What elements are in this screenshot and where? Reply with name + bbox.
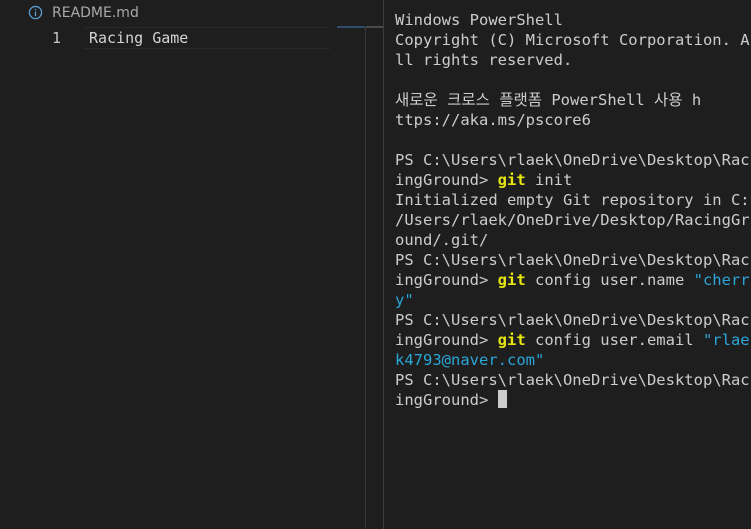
minimap-indicator <box>366 26 383 28</box>
editor-pane[interactable]: README.md 1 Racing Game <box>0 0 383 529</box>
string-value: "cherr <box>693 271 750 289</box>
prompt: PS C:\Users\rlaek\OneDrive\Desktop\Rac <box>395 151 750 169</box>
command-args: config user.name <box>525 271 694 289</box>
git-command: git <box>497 171 526 189</box>
terminal-promo-line: 새로운 크로스 플랫폼 PowerShell 사용 h <box>395 91 702 109</box>
string-value: "rlae <box>702 331 750 349</box>
app-window: README.md 1 Racing Game Windows PowerShe… <box>0 0 751 529</box>
command-output: /Users/rlaek/OneDrive/Desktop/RacingGr <box>395 211 750 229</box>
terminal-header-line: ll rights reserved. <box>395 51 573 69</box>
terminal-header-line: Copyright (C) Microsoft Corporation. A <box>395 31 750 49</box>
terminal-promo-line: ttps://aka.ms/pscore6 <box>395 111 591 129</box>
git-command: git <box>497 271 526 289</box>
string-value: k4793@naver.com" <box>395 351 545 369</box>
scrollbar-indicator <box>337 26 365 28</box>
prompt: PS C:\Users\rlaek\OneDrive\Desktop\Rac <box>395 311 750 329</box>
prompt: ingGround> <box>395 391 498 409</box>
vertical-scrollbar[interactable] <box>365 27 366 529</box>
prompt: ingGround> <box>395 331 498 349</box>
terminal-header-line: Windows PowerShell <box>395 11 563 29</box>
file-name[interactable]: README.md <box>52 3 139 23</box>
breadcrumb[interactable]: README.md <box>0 0 383 26</box>
command-output: Initialized empty Git repository in C: <box>395 191 750 209</box>
string-value: y" <box>395 291 414 309</box>
line-content[interactable]: Racing Game <box>89 29 188 48</box>
prompt: ingGround> <box>395 271 498 289</box>
editor-line[interactable]: 1 Racing Game <box>0 27 330 50</box>
line-number: 1 <box>51 29 61 47</box>
command-args: init <box>525 171 573 189</box>
prompt: PS C:\Users\rlaek\OneDrive\Desktop\Rac <box>395 251 750 269</box>
command-args: config user.email <box>525 331 703 349</box>
info-icon <box>28 5 43 20</box>
prompt: ingGround> <box>395 171 498 189</box>
git-command: git <box>497 331 526 349</box>
prompt: PS C:\Users\rlaek\OneDrive\Desktop\Rac <box>395 371 750 389</box>
terminal-cursor <box>497 390 507 408</box>
terminal-pane[interactable]: Windows PowerShell Copyright (C) Microso… <box>384 0 751 529</box>
terminal-output[interactable]: Windows PowerShell Copyright (C) Microso… <box>395 10 750 410</box>
command-output: ound/.git/ <box>395 231 489 249</box>
